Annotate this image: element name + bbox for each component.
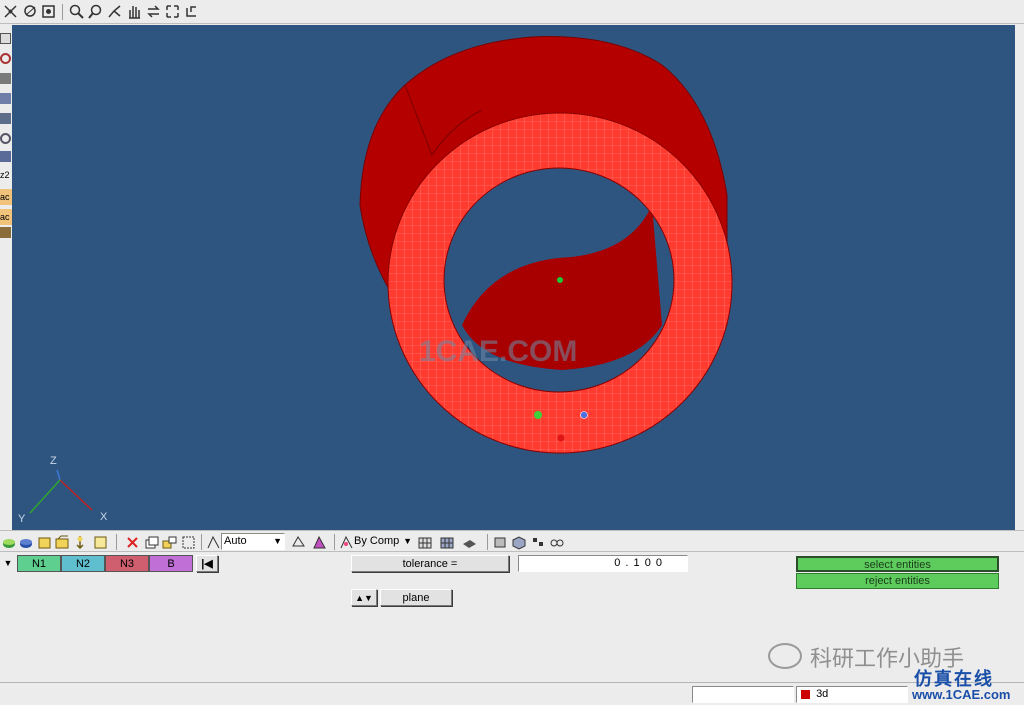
- center-icon[interactable]: [0, 73, 11, 84]
- wireframe-icon[interactable]: [22, 3, 39, 20]
- left-toolbar: z2 ac ac: [0, 25, 12, 530]
- node-button-n3[interactable]: N3: [105, 555, 149, 572]
- status-message-field: [692, 686, 794, 703]
- zoom-window-icon[interactable]: [68, 3, 85, 20]
- toolbar-separator: [116, 534, 117, 550]
- reject-entities-button[interactable]: reject entities: [796, 573, 999, 589]
- feature-lines-icon[interactable]: [461, 534, 478, 551]
- triad-label-x: X: [100, 511, 108, 523]
- copy-icon[interactable]: [143, 534, 160, 551]
- triad-label-z: Z: [50, 455, 57, 467]
- toolbar-separator: [201, 534, 202, 550]
- shaded-mesh-icon[interactable]: [439, 534, 456, 551]
- component-color-swatch: [801, 689, 810, 699]
- element-color-icon[interactable]: [18, 534, 35, 551]
- node-n2-marker[interactable]: [580, 411, 588, 419]
- plane-toggle-button[interactable]: ▲▼: [351, 589, 377, 606]
- chevron-down-icon: ▼: [403, 536, 412, 546]
- chevron-down-icon: ▼: [273, 536, 282, 546]
- rotate-icon[interactable]: [0, 53, 11, 64]
- shaded-view-icon[interactable]: [290, 534, 307, 551]
- toolbar-separator: [334, 534, 335, 550]
- mesh-lines-icon[interactable]: [417, 534, 434, 551]
- zoom-box-icon[interactable]: [87, 3, 104, 20]
- auto-view-icon[interactable]: [205, 534, 222, 551]
- tolerance-button[interactable]: tolerance =: [351, 555, 509, 572]
- transparency-icon[interactable]: [311, 534, 328, 551]
- model-view: [12, 25, 1015, 530]
- toolbar-separator: [487, 534, 488, 550]
- bycomp-dropdown-value: By Comp: [354, 535, 400, 547]
- element-types-icon[interactable]: [530, 534, 547, 551]
- isolate-icon[interactable]: [72, 534, 89, 551]
- rotate-axis-icon[interactable]: [106, 3, 123, 20]
- fit-view-icon[interactable]: [164, 3, 181, 20]
- organize-icon[interactable]: [161, 534, 178, 551]
- show-icon[interactable]: [36, 534, 53, 551]
- chevron-down-icon: ▼: [3, 558, 13, 568]
- auto-dropdown-value: Auto: [224, 535, 247, 547]
- delete-icon[interactable]: [124, 534, 141, 551]
- graphics-viewport[interactable]: 1CAE.COM Z X Y: [12, 25, 1015, 530]
- center-node-marker[interactable]: [557, 277, 563, 283]
- toolbar-separator: [62, 4, 63, 20]
- bycomp-icon[interactable]: [338, 534, 355, 551]
- label2-icon[interactable]: ac: [0, 189, 12, 205]
- panel-area: ▼ N1 N2 N3 B |◀ tolerance = 0 . 1 0 0 ▲▼…: [0, 553, 1024, 682]
- layers-stack-icon[interactable]: [0, 227, 11, 238]
- shade-icon[interactable]: [0, 113, 11, 124]
- ring-face: [12, 25, 1015, 530]
- layers-icon[interactable]: ac: [0, 209, 12, 225]
- current-component-field[interactable]: 3d: [796, 686, 908, 703]
- node-n3-marker[interactable]: [557, 434, 565, 442]
- site-watermark: 仿真在线 www.1CAE.com: [908, 665, 1022, 705]
- normals-icon[interactable]: [548, 534, 565, 551]
- display-icon[interactable]: [0, 33, 11, 44]
- bycomp-dropdown[interactable]: By Comp ▼: [354, 533, 414, 550]
- toggle-arrows-icon: ▲▼: [355, 593, 373, 603]
- top-toolbar: [0, 0, 1024, 24]
- spin-view-icon[interactable]: [183, 3, 200, 20]
- plane-button[interactable]: plane: [380, 589, 452, 606]
- pan-hand-icon[interactable]: [125, 3, 142, 20]
- node-button-n2[interactable]: N2: [61, 555, 105, 572]
- status-bar: 3d 仿真在线 www.1CAE.com: [0, 669, 1024, 705]
- reset-first-button[interactable]: |◀: [196, 555, 218, 572]
- view-filter-icon[interactable]: [40, 3, 57, 20]
- site-url: www.1CAE.com: [912, 687, 1011, 702]
- mask-icon[interactable]: [92, 534, 109, 551]
- auto-dropdown[interactable]: Auto ▼: [221, 533, 285, 550]
- node-n1-marker[interactable]: [534, 411, 542, 419]
- wechat-icon: [768, 643, 802, 669]
- node-button-n1[interactable]: N1: [17, 555, 61, 572]
- hide-icon[interactable]: [54, 534, 71, 551]
- mesh-select-icon[interactable]: [2, 3, 19, 20]
- find-icon[interactable]: [180, 534, 197, 551]
- node-button-b[interactable]: B: [149, 555, 193, 572]
- skip-back-icon: |◀: [201, 558, 213, 570]
- select-entities-button[interactable]: select entities: [796, 556, 999, 572]
- cube-icon[interactable]: [510, 534, 527, 551]
- element-shrink-icon[interactable]: [492, 534, 509, 551]
- label-icon[interactable]: z2: [0, 169, 12, 181]
- component-name: 3d: [816, 688, 829, 700]
- node-list-dropdown[interactable]: ▼: [0, 555, 16, 571]
- triad-label-y: Y: [18, 513, 26, 525]
- tolerance-input[interactable]: 0 . 1 0 0: [518, 555, 688, 572]
- visualization-toolbar: Auto ▼ By Comp ▼: [0, 530, 1024, 552]
- flip-view-icon[interactable]: [145, 3, 162, 20]
- xyz-icon[interactable]: [0, 151, 11, 162]
- watermark-text: 1CAE.COM: [419, 335, 578, 368]
- lighting-icon[interactable]: [0, 133, 11, 144]
- comp-color-icon[interactable]: [1, 534, 18, 551]
- pick-icon[interactable]: [0, 93, 11, 104]
